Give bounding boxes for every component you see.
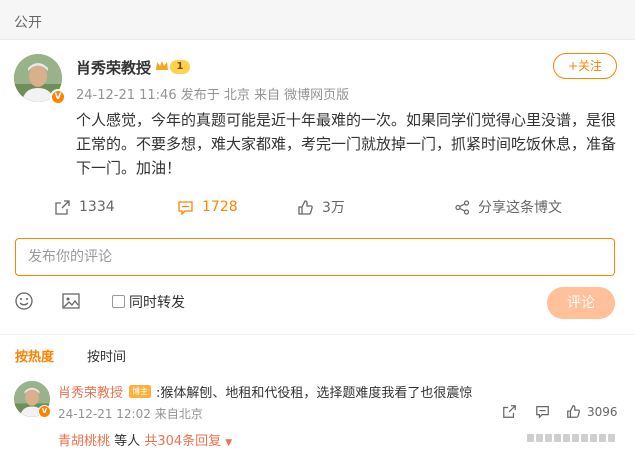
reply-total-link[interactable]: 共304条回复 xyxy=(144,434,221,449)
repost-count: 1334 xyxy=(79,199,115,215)
post-actions: 1334 1728 3万 分享这条博文 xyxy=(0,195,635,219)
comment-repost-icon[interactable] xyxy=(502,404,517,419)
post-content: 个人感觉，今年的真题可能是近十年最难的一次。如果同学们觉得心里没谱，是很正常的。… xyxy=(76,111,617,177)
reply-summary[interactable]: 青胡桃桃 等人 共304条回复 ▼ xyxy=(58,430,232,449)
post-source: 来自 微博网页版 xyxy=(254,88,350,103)
comment-text: :猴体解刨、地租和代役租，选择题难度我看了也很震惊 xyxy=(156,386,473,401)
emoji-icon[interactable] xyxy=(14,291,34,311)
comment-like-count: 3096 xyxy=(587,404,618,419)
share-button[interactable]: 分享这条博文 xyxy=(455,195,562,219)
image-upload-icon[interactable] xyxy=(61,291,81,311)
comment-meta: 24-12-21 12:02 来自北京 xyxy=(58,405,203,422)
comment-button[interactable]: 1728 xyxy=(177,195,238,219)
reply-suffix: 等人 xyxy=(114,434,141,449)
repost-checkbox-label[interactable]: 同时转发 xyxy=(129,292,185,312)
submit-comment-button[interactable]: 评论 xyxy=(547,287,615,319)
comment-timestamp: 24-12-21 12:02 xyxy=(58,407,151,421)
post-meta: 24-12-21 11:46 发布于 北京 来自 微博网页版 xyxy=(76,84,349,103)
tab-sort-by-hot[interactable]: 按热度 xyxy=(15,346,54,365)
follow-button[interactable]: +关注 xyxy=(553,53,617,79)
post-location: 发布于 北京 xyxy=(180,88,250,103)
comment-location: 来自北京 xyxy=(154,407,203,421)
repost-button[interactable]: 1334 xyxy=(54,195,115,219)
section-divider xyxy=(0,334,635,335)
post-author-name[interactable]: 肖秀荣教授 xyxy=(76,57,151,78)
share-icon xyxy=(455,199,470,215)
like-button[interactable]: 3万 xyxy=(297,195,345,219)
visibility-bar: 公开 xyxy=(0,0,635,40)
watermark-icon xyxy=(527,434,615,442)
tab-sort-by-time[interactable]: 按时间 xyxy=(87,346,126,365)
comment-input[interactable]: 发布你的评论 xyxy=(15,238,615,276)
comment-icon xyxy=(178,200,193,216)
verified-badge-icon: V xyxy=(50,89,66,105)
author-badge: 博主 xyxy=(129,385,151,398)
crown-icon xyxy=(156,61,168,70)
commenter-verified-icon: V xyxy=(38,405,51,418)
commenter-name[interactable]: 肖秀荣教授 xyxy=(58,382,123,401)
comment-like-button[interactable]: 3096 xyxy=(566,404,618,419)
repost-checkbox[interactable] xyxy=(112,295,125,308)
chevron-down-icon[interactable]: ▼ xyxy=(225,438,232,448)
comment-reply-icon[interactable] xyxy=(535,404,550,419)
thumbs-up-icon xyxy=(298,199,313,215)
repost-icon xyxy=(55,199,70,215)
post-timestamp[interactable]: 24-12-21 11:46 xyxy=(76,88,177,103)
visibility-label: 公开 xyxy=(14,15,42,31)
comment-thumbs-up-icon xyxy=(567,405,580,418)
reply-user[interactable]: 青胡桃桃 xyxy=(58,434,110,449)
like-count: 3万 xyxy=(322,200,345,216)
comment-count: 1728 xyxy=(202,199,238,215)
share-label: 分享这条博文 xyxy=(478,200,562,216)
level-badge: 1 xyxy=(170,60,190,74)
